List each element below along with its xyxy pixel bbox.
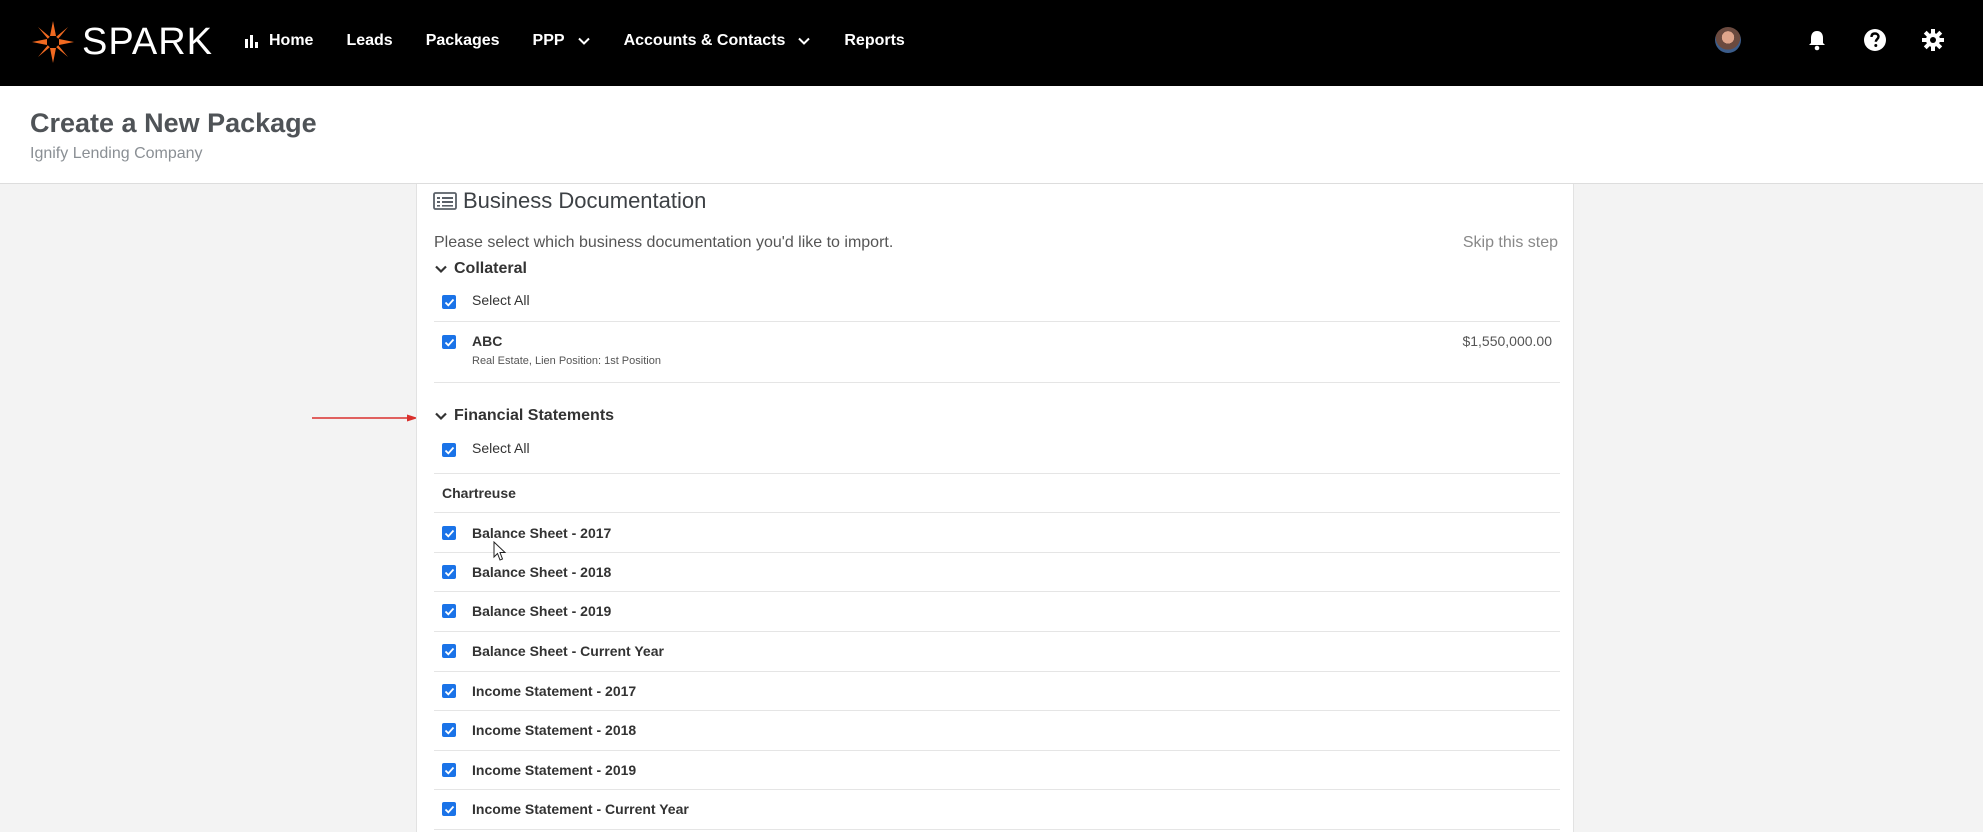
avatar[interactable] <box>1715 27 1741 53</box>
header-actions <box>1715 26 1947 54</box>
financial-statements-heading: Financial Statements <box>454 407 615 424</box>
financial-item-label: Income Statement - 2017 <box>472 683 637 699</box>
collateral-select-all-checkbox[interactable] <box>442 295 456 309</box>
financial-group-row: Chartreuse <box>434 474 1560 513</box>
gear-icon[interactable] <box>1919 26 1947 54</box>
financial-item-checkbox[interactable] <box>442 802 456 816</box>
page-subtitle: Ignify Lending Company <box>30 145 203 162</box>
nav-leads-label: Leads <box>346 32 393 49</box>
financial-select-all-checkbox[interactable] <box>442 443 456 457</box>
financial-item-checkbox[interactable] <box>442 565 456 579</box>
financial-item-label: Income Statement - 2019 <box>472 762 637 778</box>
nav-packages[interactable]: Packages <box>426 32 500 50</box>
nav-ppp-label: PPP <box>532 32 565 49</box>
financial-item-label: Income Statement - 2018 <box>472 722 637 738</box>
bell-icon[interactable] <box>1803 26 1831 54</box>
financial-group-label: Chartreuse <box>442 485 516 501</box>
nav-home[interactable]: Home <box>244 32 313 50</box>
financial-item-label: Balance Sheet - 2018 <box>472 564 612 580</box>
chevron-down-icon <box>798 37 811 45</box>
page-header: Create a New Package Ignify Lending Comp… <box>0 86 1983 184</box>
financial-item-row: Balance Sheet - 2017 <box>434 513 1560 553</box>
financial-item-row: Income Statement - 2018 <box>434 711 1560 751</box>
nav-accounts-contacts-label: Accounts & Contacts <box>623 32 786 49</box>
financial-select-all-row: Select All <box>434 432 1560 474</box>
chevron-down-icon <box>435 265 447 274</box>
chevron-down-icon <box>435 412 447 421</box>
nav-leads[interactable]: Leads <box>346 32 392 50</box>
nav-accounts-contacts[interactable]: Accounts & Contacts <box>624 32 812 50</box>
financial-item-row: Balance Sheet - Current Year <box>434 632 1560 672</box>
mouse-cursor-icon <box>493 541 507 561</box>
collateral-section-toggle[interactable]: Collateral <box>434 260 527 278</box>
card-title: Business Documentation <box>463 188 707 213</box>
financial-select-all-label: Select All <box>472 440 530 456</box>
list-card-icon <box>433 192 457 210</box>
collateral-item-detail: Real Estate, Lien Position: 1st Position <box>472 355 661 367</box>
financial-item-checkbox[interactable] <box>442 526 456 540</box>
nav-packages-label: Packages <box>425 32 500 49</box>
financial-item-checkbox[interactable] <box>442 763 456 777</box>
spark-logo-icon <box>32 21 74 63</box>
help-icon[interactable] <box>1861 26 1889 54</box>
red-arrow-annotation <box>312 414 418 422</box>
collateral-item-checkbox[interactable] <box>442 335 456 349</box>
page-title: Create a New Package <box>30 108 317 138</box>
collateral-item-row: ABC Real Estate, Lien Position: 1st Posi… <box>434 322 1560 383</box>
financial-item-label: Income Statement - Current Year <box>472 801 689 817</box>
financial-item-row: Income Statement - 2019 <box>434 751 1560 790</box>
financial-item-checkbox[interactable] <box>442 604 456 618</box>
chevron-down-icon <box>577 37 590 45</box>
financial-item-label: Balance Sheet - 2017 <box>472 525 612 541</box>
bar-chart-icon <box>245 35 258 48</box>
nav-home-label: Home <box>269 32 314 49</box>
skip-step-link[interactable]: Skip this step <box>1463 234 1558 252</box>
card-header: Business Documentation <box>433 188 706 214</box>
financial-item-row: Income Statement - Current Year <box>434 790 1560 830</box>
financial-item-row: Income Statement - 2017 <box>434 672 1560 711</box>
spark-logo[interactable]: SPARK <box>30 17 213 67</box>
financial-item-checkbox[interactable] <box>442 644 456 658</box>
financial-item-label: Balance Sheet - 2019 <box>472 603 612 619</box>
collateral-heading: Collateral <box>454 260 527 277</box>
collateral-select-all-label: Select All <box>472 292 530 308</box>
business-documentation-card: Business Documentation Please select whi… <box>416 184 1574 832</box>
nav-reports[interactable]: Reports <box>844 32 904 50</box>
brand-name: SPARK <box>82 20 214 63</box>
financial-item-checkbox[interactable] <box>442 684 456 698</box>
collateral-item-name: ABC <box>472 333 503 349</box>
intro-text: Please select which business documentati… <box>434 234 894 251</box>
financial-statements-section-toggle[interactable]: Financial Statements <box>434 407 614 425</box>
collateral-select-all-row: Select All <box>434 284 1560 322</box>
main-nav: Home Leads Packages PPP Accounts & Conta… <box>244 0 938 82</box>
nav-ppp[interactable]: PPP <box>533 32 591 50</box>
collateral-item-amount: $1,550,000.00 <box>1462 333 1552 349</box>
financial-item-label: Balance Sheet - Current Year <box>472 643 664 659</box>
top-nav-bar: SPARK Home Leads Packages PPP Accounts &… <box>0 0 1983 86</box>
financial-item-row: Balance Sheet - 2018 <box>434 553 1560 592</box>
nav-reports-label: Reports <box>844 32 905 49</box>
financial-item-row: Balance Sheet - 2019 <box>434 592 1560 632</box>
financial-item-checkbox[interactable] <box>442 723 456 737</box>
